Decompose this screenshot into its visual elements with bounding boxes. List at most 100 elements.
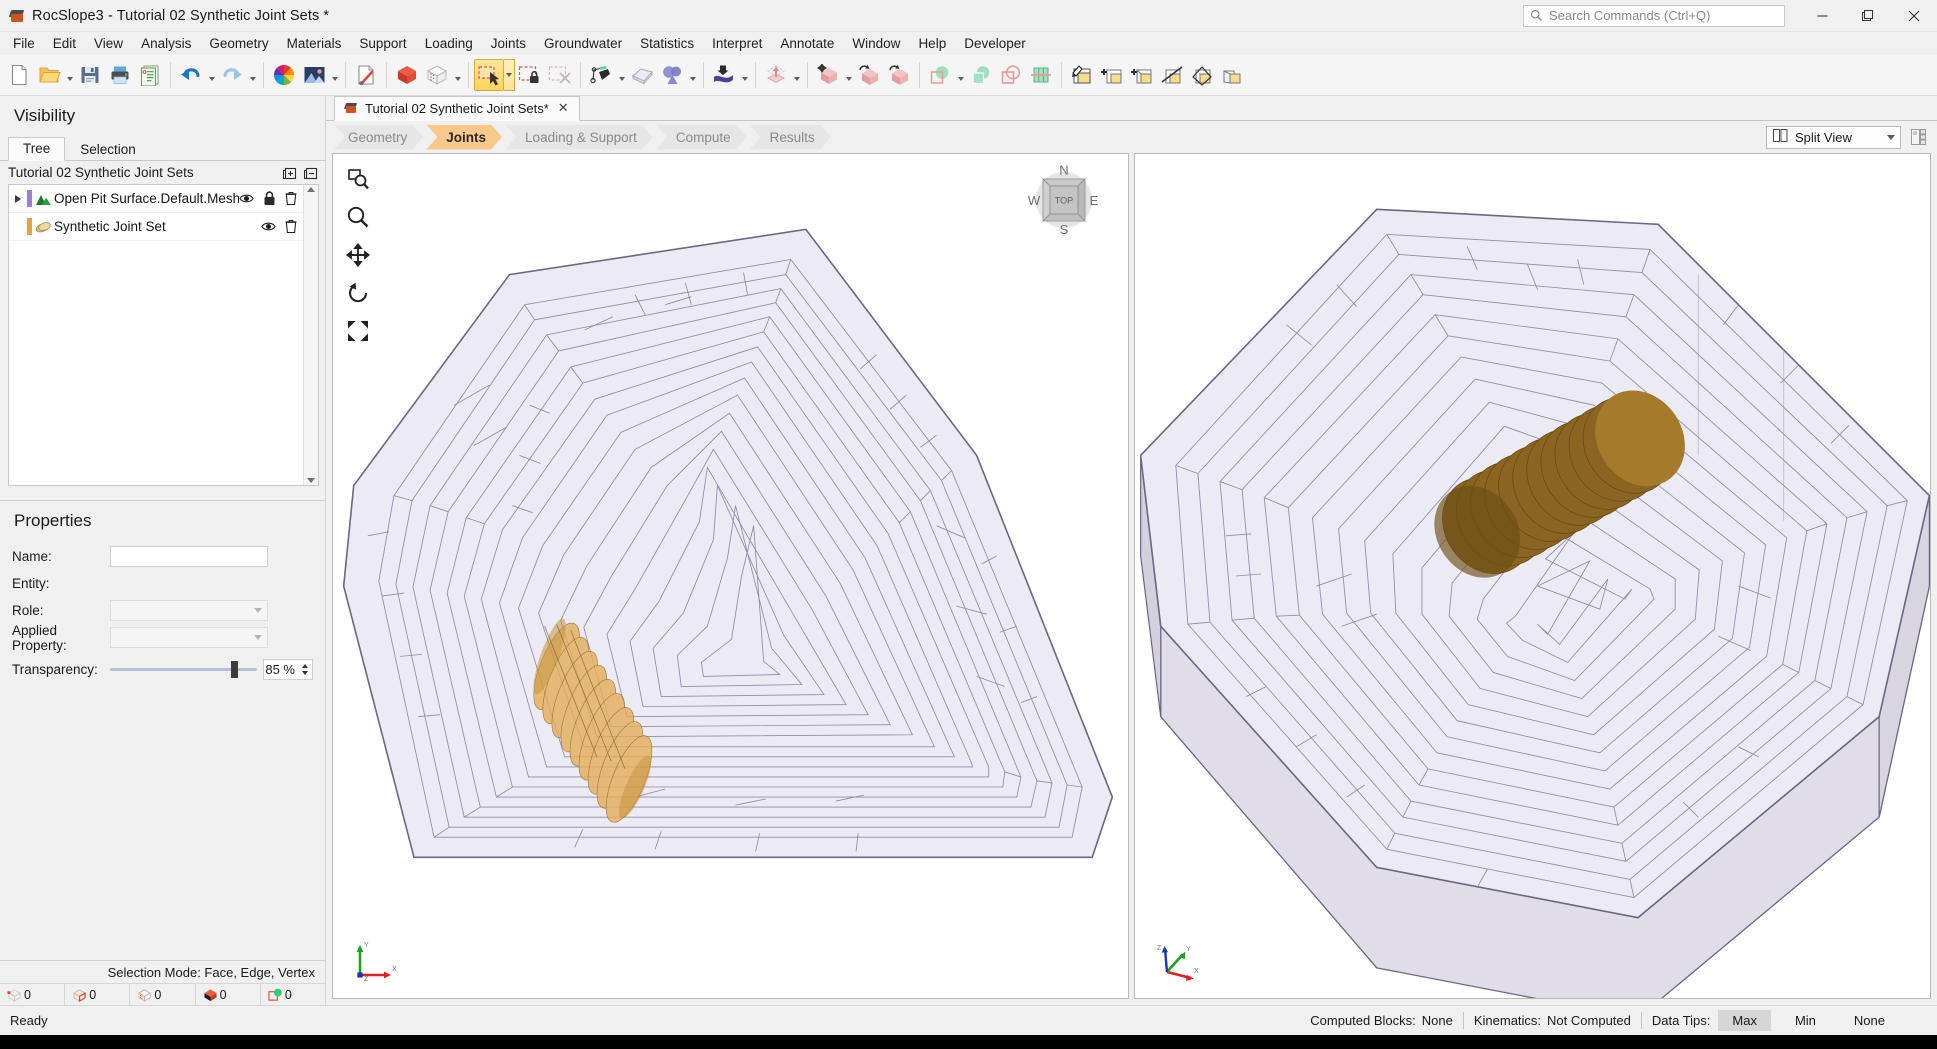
rotate-icon[interactable]	[345, 280, 371, 306]
tab-selection[interactable]: Selection	[65, 138, 151, 161]
collapse-all-icon[interactable]	[302, 164, 319, 181]
view-compass[interactable]: TOP N S E W	[1028, 163, 1100, 238]
open-file-dropdown-caret[interactable]	[64, 59, 75, 91]
stepper-up-icon[interactable]	[301, 664, 308, 668]
close-button[interactable]	[1891, 0, 1937, 32]
name-field[interactable]	[110, 546, 268, 567]
annotate-box-button[interactable]	[1067, 59, 1097, 91]
expand-triangle-icon[interactable]	[9, 194, 27, 203]
move-button[interactable]	[813, 59, 843, 91]
select-tool-dropdown-caret[interactable]	[504, 59, 515, 91]
minimize-button[interactable]	[1799, 0, 1845, 32]
menu-item-loading[interactable]: Loading	[416, 33, 482, 55]
undo-button[interactable]	[176, 59, 206, 91]
mesh-view-button[interactable]	[422, 59, 452, 91]
menu-item-window[interactable]: Window	[843, 33, 909, 55]
close-icon[interactable]: ✕	[556, 100, 571, 116]
data-tips-min-button[interactable]: Min	[1781, 1010, 1830, 1031]
chevron-down-icon[interactable]	[1887, 134, 1895, 140]
grid-button[interactable]	[1026, 59, 1056, 91]
boolean-subtract-dropdown-caret[interactable]	[955, 59, 966, 91]
search-input[interactable]: Search Commands (Ctrl+Q)	[1523, 4, 1785, 27]
solid-view-button[interactable]	[392, 59, 422, 91]
maximize-button[interactable]	[1845, 0, 1891, 32]
merge-volume-button[interactable]	[1217, 59, 1247, 91]
draw-polyline-dropdown-caret[interactable]	[616, 59, 627, 91]
add-volume-button[interactable]	[1127, 59, 1157, 91]
mesh-view-dropdown-caret[interactable]	[452, 59, 463, 91]
role-select[interactable]	[110, 600, 268, 621]
scroll-up-icon[interactable]	[307, 187, 315, 192]
menu-item-statistics[interactable]: Statistics	[631, 33, 703, 55]
report-button[interactable]	[135, 59, 165, 91]
extrude-button[interactable]	[761, 59, 791, 91]
transparency-stepper[interactable]: 85 %	[263, 659, 313, 680]
save-button[interactable]	[75, 59, 105, 91]
undo-dropdown-caret[interactable]	[206, 59, 217, 91]
menu-item-joints[interactable]: Joints	[482, 33, 535, 55]
trash-icon[interactable]	[285, 191, 297, 206]
boolean-subtract-button[interactable]	[925, 59, 955, 91]
data-tips-max-button[interactable]: Max	[1718, 1010, 1771, 1031]
move-dropdown-caret[interactable]	[843, 59, 854, 91]
menu-item-help[interactable]: Help	[909, 33, 955, 55]
workflow-step-joints[interactable]: Joints	[426, 125, 502, 150]
boolean-intersect-button[interactable]	[966, 59, 996, 91]
workflow-step-loading-support[interactable]: Loading & Support	[505, 125, 653, 150]
document-tab[interactable]: Tutorial 02 Synthetic Joint Sets* ✕	[334, 96, 580, 121]
trash-icon[interactable]	[285, 219, 297, 234]
expand-all-icon[interactable]	[281, 164, 298, 181]
menu-item-annotate[interactable]: Annotate	[771, 33, 843, 55]
menu-item-edit[interactable]: Edit	[44, 33, 85, 55]
workflow-step-geometry[interactable]: Geometry	[334, 125, 423, 150]
viewport-left[interactable]: TOP N S E W X Y Z	[332, 153, 1129, 999]
extrude-dropdown-caret[interactable]	[791, 59, 802, 91]
menu-item-geometry[interactable]: Geometry	[200, 33, 277, 55]
menu-item-view[interactable]: View	[85, 33, 132, 55]
import-geometry-dropdown-caret[interactable]	[739, 59, 750, 91]
menu-item-file[interactable]: File	[4, 33, 44, 55]
new-file-button[interactable]	[4, 59, 34, 91]
boolean-union-button[interactable]	[996, 59, 1026, 91]
add-box-button[interactable]	[1097, 59, 1127, 91]
layout-panels-button[interactable]	[1907, 126, 1929, 149]
slider-thumb[interactable]	[230, 661, 238, 678]
menu-item-interpret[interactable]: Interpret	[703, 33, 771, 55]
color-wheel-button[interactable]	[269, 59, 299, 91]
tree-scrollbar[interactable]	[303, 185, 318, 485]
split-view-select[interactable]: Split View	[1766, 125, 1901, 149]
cut-volume-button[interactable]	[1157, 59, 1187, 91]
eye-icon[interactable]	[261, 220, 276, 233]
workflow-step-results[interactable]: Results	[750, 125, 831, 150]
menu-item-materials[interactable]: Materials	[278, 33, 351, 55]
zoom-all-icon[interactable]	[345, 318, 371, 344]
mirror-button[interactable]	[884, 59, 914, 91]
lock-icon[interactable]	[263, 191, 276, 206]
redo-button[interactable]	[217, 59, 247, 91]
surface-button[interactable]	[627, 59, 657, 91]
draw-polyline-button[interactable]	[586, 59, 616, 91]
edit-settings-button[interactable]	[351, 59, 381, 91]
redo-dropdown-caret[interactable]	[247, 59, 258, 91]
zoom-window-icon[interactable]	[345, 166, 371, 192]
menu-item-support[interactable]: Support	[350, 33, 415, 55]
tab-tree[interactable]: Tree	[8, 137, 66, 161]
zoom-icon[interactable]	[345, 204, 371, 230]
select-tool-button[interactable]	[474, 59, 504, 91]
slice-volume-button[interactable]	[1187, 59, 1217, 91]
eye-icon[interactable]	[239, 192, 254, 205]
tree-row[interactable]: Open Pit Surface.Default.Mesh_rep	[9, 185, 303, 213]
import-geometry-button[interactable]	[709, 59, 739, 91]
menu-item-analysis[interactable]: Analysis	[132, 33, 200, 55]
image-capture-button[interactable]	[299, 59, 329, 91]
boolean-shapes-dropdown-caret[interactable]	[687, 59, 698, 91]
menu-item-developer[interactable]: Developer	[955, 33, 1035, 55]
lock-selection-button[interactable]	[515, 59, 545, 91]
viewport-right[interactable]: X Y Z	[1134, 153, 1931, 999]
print-button[interactable]	[105, 59, 135, 91]
open-file-button[interactable]	[34, 59, 64, 91]
workflow-step-compute[interactable]: Compute	[656, 125, 747, 150]
scroll-down-icon[interactable]	[307, 478, 315, 483]
menu-item-groundwater[interactable]: Groundwater	[535, 33, 631, 55]
tree-row[interactable]: Synthetic Joint Set	[9, 213, 303, 241]
